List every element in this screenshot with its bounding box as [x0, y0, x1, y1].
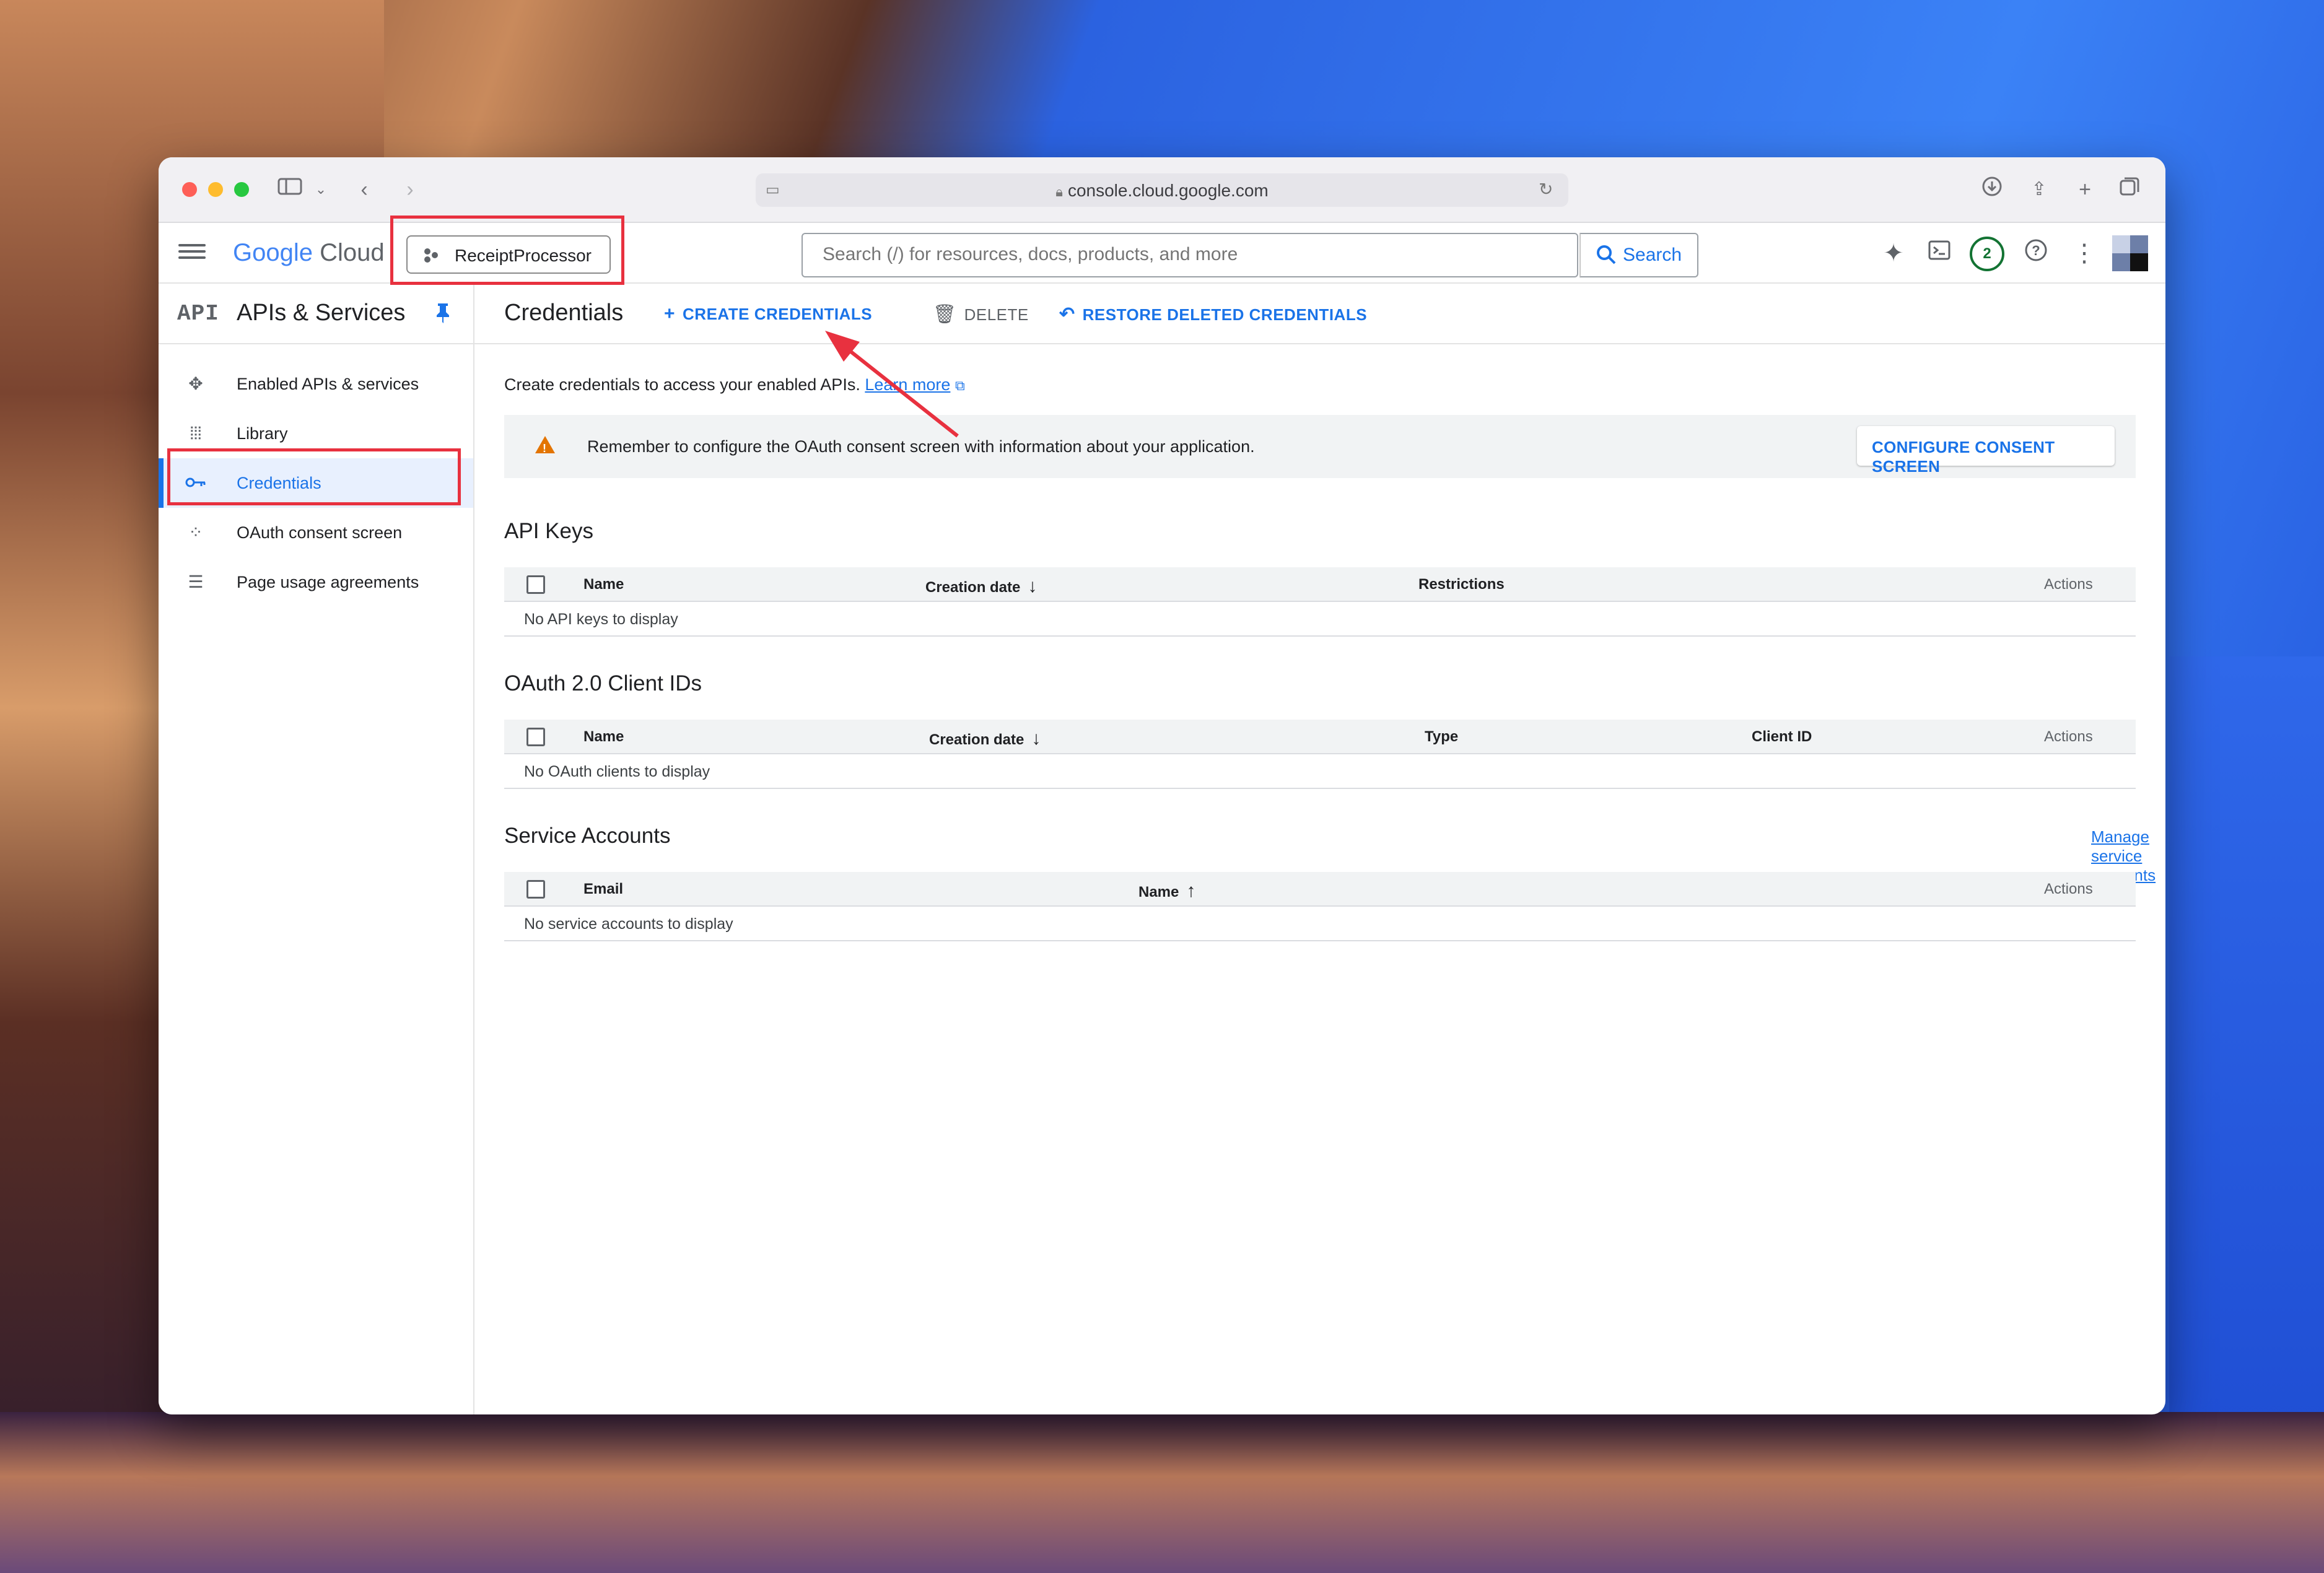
browser-window: ⌄ ‹ › ▭ 🔒︎ console.cloud.google.com ↻ + ⇪…: [159, 157, 2165, 1414]
wallpaper-bottom: [0, 1412, 2324, 1573]
annotation-arrow: [825, 331, 959, 438]
